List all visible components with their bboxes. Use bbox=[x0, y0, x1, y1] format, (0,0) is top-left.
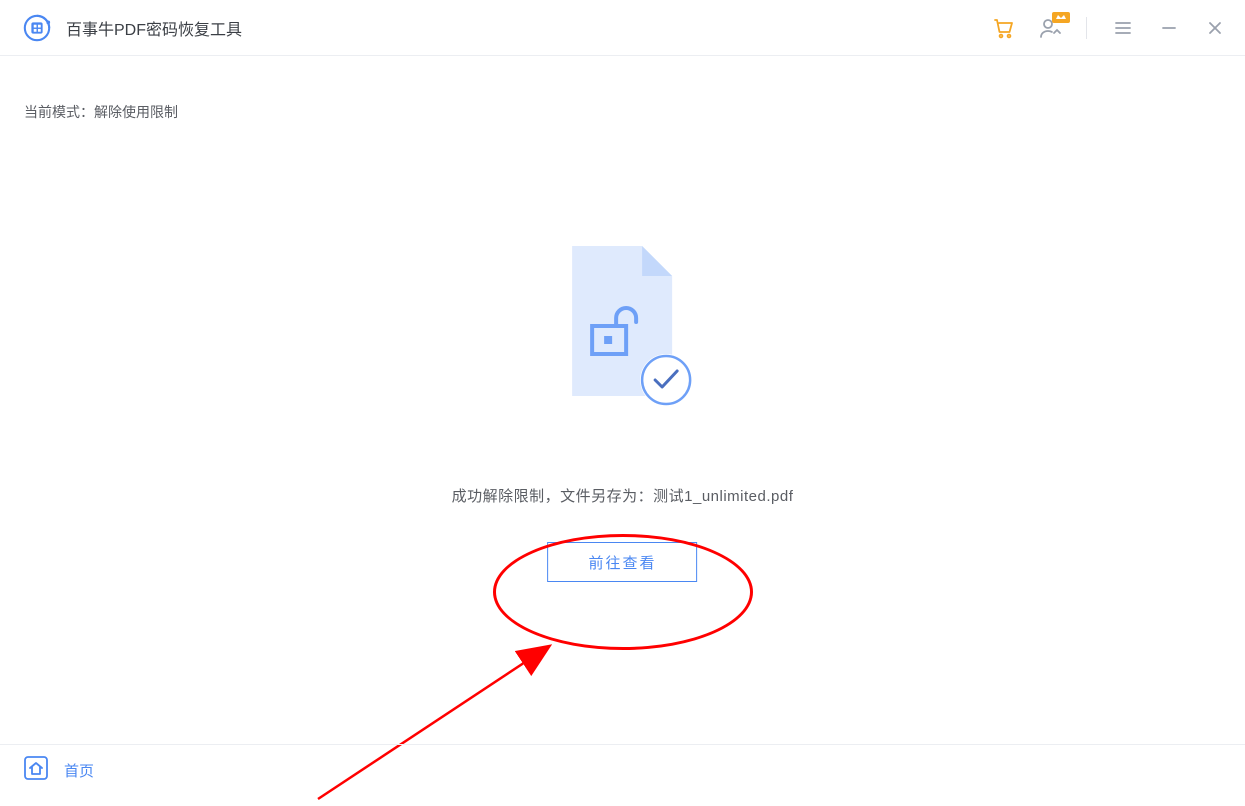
view-file-button[interactable]: 前往查看 bbox=[548, 542, 698, 582]
title-left: 百事牛PDF密码恢复工具 bbox=[22, 13, 242, 43]
home-link[interactable]: 首页 bbox=[64, 760, 94, 781]
title-bar: 百事牛PDF密码恢复工具 bbox=[0, 0, 1245, 56]
vip-badge-icon bbox=[1052, 12, 1070, 23]
home-icon[interactable] bbox=[22, 754, 50, 787]
app-logo-icon bbox=[22, 13, 52, 43]
menu-icon[interactable] bbox=[1111, 16, 1135, 40]
result-message: 成功解除限制，文件另存为：测试1_unlimited.pdf bbox=[452, 485, 794, 506]
mode-line: 当前模式：解除使用限制 bbox=[24, 102, 178, 122]
account-icon[interactable] bbox=[1038, 16, 1062, 40]
minimize-icon[interactable] bbox=[1157, 16, 1181, 40]
title-right bbox=[992, 16, 1227, 40]
result-prefix: 成功解除限制，文件另存为： bbox=[452, 488, 654, 505]
result-panel: 成功解除限制，文件另存为：测试1_unlimited.pdf 前往查看 bbox=[452, 236, 794, 582]
divider bbox=[1086, 17, 1087, 39]
close-icon[interactable] bbox=[1203, 16, 1227, 40]
mode-value: 解除使用限制 bbox=[94, 104, 178, 120]
success-document-icon bbox=[543, 236, 703, 421]
mode-label: 当前模式： bbox=[24, 104, 94, 120]
footer-bar: 首页 bbox=[0, 744, 1245, 796]
result-filename: 测试1_unlimited.pdf bbox=[653, 488, 793, 505]
cart-icon[interactable] bbox=[992, 16, 1016, 40]
main-content: 当前模式：解除使用限制 bbox=[0, 56, 1245, 744]
app-title: 百事牛PDF密码恢复工具 bbox=[66, 16, 242, 40]
view-file-button-label: 前往查看 bbox=[588, 552, 656, 573]
